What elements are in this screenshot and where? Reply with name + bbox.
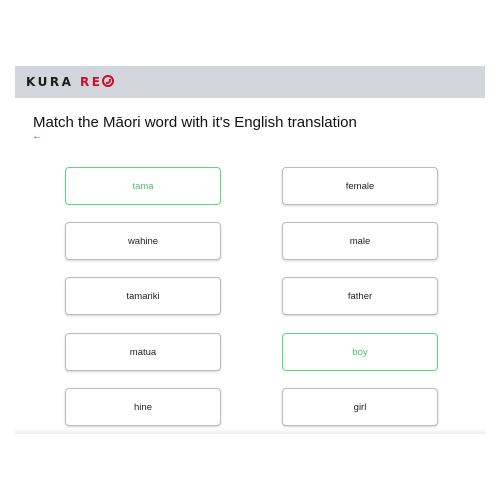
page-title: Match the Māori word with it's English t… — [33, 114, 357, 131]
app-header: KURA RE — [15, 66, 485, 98]
maori-word-card-tamariki[interactable]: tamariki — [65, 277, 221, 315]
bottom-scroll-shadow — [15, 428, 485, 434]
card-label: girl — [353, 401, 367, 413]
maori-word-card-tama[interactable]: tama — [65, 167, 221, 205]
app-frame: KURA RE Match the Māori word with it's E… — [15, 66, 485, 434]
card-label: tamariki — [126, 290, 160, 302]
back-arrow-icon[interactable]: ← — [32, 131, 42, 143]
card-label: hine — [134, 401, 152, 413]
card-label: female — [345, 180, 375, 192]
kura-reo-logo[interactable]: KURA RE — [26, 75, 115, 89]
reo-swirl-icon — [102, 75, 115, 87]
logo-text-reo: RE — [80, 75, 103, 89]
card-label: tama — [132, 180, 154, 192]
maori-word-card-wahine[interactable]: wahine — [65, 222, 221, 260]
english-word-card-boy[interactable]: boy — [282, 333, 438, 371]
english-word-card-father[interactable]: father — [282, 277, 438, 315]
maori-word-card-hine[interactable]: hine — [65, 388, 221, 426]
english-word-card-female[interactable]: female — [282, 167, 438, 205]
english-word-card-male[interactable]: male — [282, 222, 438, 260]
english-word-card-girl[interactable]: girl — [282, 388, 438, 426]
card-label: father — [347, 290, 373, 302]
logo-text-kura: KURA — [26, 75, 81, 89]
maori-word-card-matua[interactable]: matua — [65, 333, 221, 371]
card-label: male — [349, 235, 371, 247]
card-label: boy — [352, 346, 368, 358]
card-label: wahine — [127, 235, 159, 247]
card-label: matua — [129, 346, 157, 358]
